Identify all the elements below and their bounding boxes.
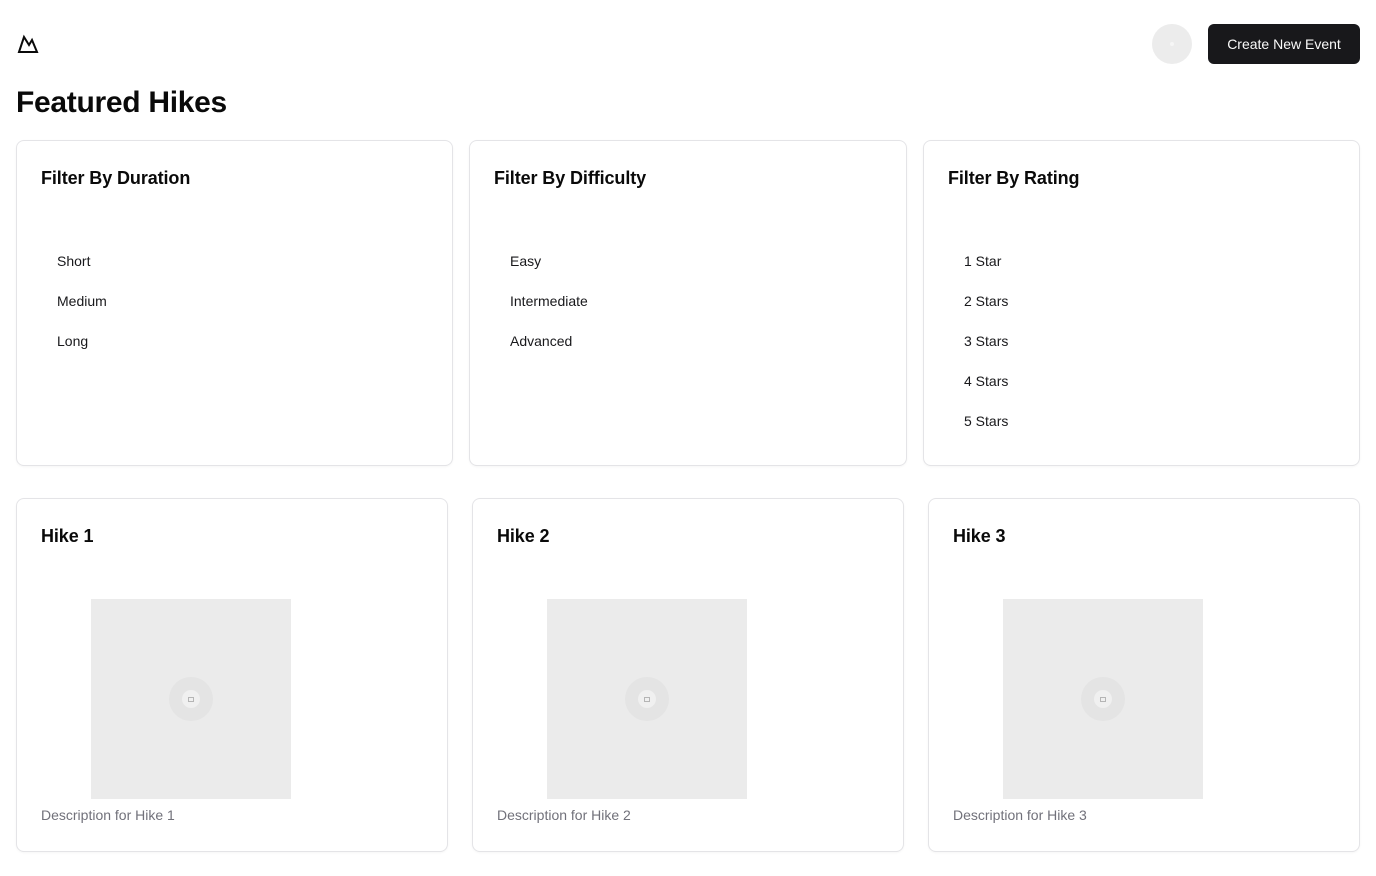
filter-duration-list: Short Medium Long	[57, 249, 107, 369]
top-bar: Create New Event	[0, 0, 1376, 88]
filter-option-4-stars[interactable]: 4 Stars	[964, 369, 1008, 409]
hike-title: Hike 2	[497, 526, 550, 546]
hike-card[interactable]: Hike 1 Description for Hike 1	[16, 498, 448, 852]
hike-card[interactable]: Hike 3 Description for Hike 3	[928, 498, 1360, 852]
filter-difficulty-title: Filter By Difficulty	[494, 168, 647, 188]
filter-option-1-star[interactable]: 1 Star	[964, 249, 1008, 289]
filter-duration-title: Filter By Duration	[41, 168, 191, 188]
filter-rating-title: Filter By Rating	[948, 168, 1080, 188]
hike-description: Description for Hike 2	[497, 807, 631, 823]
filter-option-short[interactable]: Short	[57, 249, 107, 289]
filter-option-advanced[interactable]: Advanced	[510, 329, 588, 369]
user-avatar[interactable]	[1152, 24, 1192, 64]
avatar-placeholder-icon	[1170, 42, 1174, 46]
hike-image	[91, 599, 291, 799]
page-title: Featured Hikes	[16, 86, 227, 119]
hike-image	[547, 599, 747, 799]
hike-title: Hike 1	[41, 526, 94, 546]
mountain-icon[interactable]	[16, 32, 40, 56]
hike-description: Description for Hike 3	[953, 807, 1087, 823]
hike-image	[1003, 599, 1203, 799]
image-placeholder-icon	[625, 677, 669, 721]
filter-option-2-stars[interactable]: 2 Stars	[964, 289, 1008, 329]
filter-difficulty-card: Filter By Difficulty Easy Intermediate A…	[469, 140, 907, 466]
filter-rating-card: Filter By Rating 1 Star 2 Stars 3 Stars …	[923, 140, 1360, 466]
image-placeholder-icon	[169, 677, 213, 721]
image-placeholder-icon	[1081, 677, 1125, 721]
filter-option-intermediate[interactable]: Intermediate	[510, 289, 588, 329]
filter-option-easy[interactable]: Easy	[510, 249, 588, 289]
filter-difficulty-list: Easy Intermediate Advanced	[510, 249, 588, 369]
filter-option-5-stars[interactable]: 5 Stars	[964, 409, 1008, 449]
hike-card[interactable]: Hike 2 Description for Hike 2	[472, 498, 904, 852]
hike-title: Hike 3	[953, 526, 1006, 546]
filter-option-long[interactable]: Long	[57, 329, 107, 369]
filter-option-3-stars[interactable]: 3 Stars	[964, 329, 1008, 369]
hike-description: Description for Hike 1	[41, 807, 175, 823]
filter-duration-card: Filter By Duration Short Medium Long	[16, 140, 453, 466]
create-new-event-button[interactable]: Create New Event	[1208, 24, 1360, 64]
filter-rating-list: 1 Star 2 Stars 3 Stars 4 Stars 5 Stars	[964, 249, 1008, 449]
filter-option-medium[interactable]: Medium	[57, 289, 107, 329]
